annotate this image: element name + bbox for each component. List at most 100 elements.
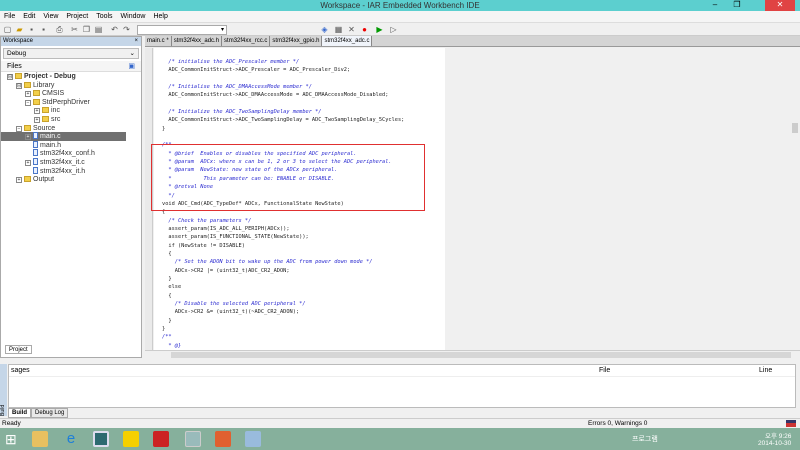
config-value: Debug xyxy=(7,50,27,57)
code-line: /* Check the parameters */ xyxy=(162,217,252,224)
expand-icon[interactable]: ⊟ xyxy=(7,74,13,80)
expand-icon[interactable]: ⊟ xyxy=(16,82,22,89)
folder-icon xyxy=(15,73,22,79)
make-icon[interactable]: ▦ xyxy=(334,25,343,34)
save-all-icon[interactable]: ▪ xyxy=(39,25,48,34)
menu-project[interactable]: Project xyxy=(66,11,88,22)
expand-icon[interactable]: + xyxy=(25,160,31,166)
expand-icon[interactable]: + xyxy=(16,177,22,184)
copy-icon[interactable]: ❐ xyxy=(82,25,91,34)
expand-icon[interactable]: − xyxy=(25,99,31,106)
expand-icon[interactable]: + xyxy=(25,134,31,141)
tree-label: main.h xyxy=(40,141,62,149)
explorer-icon[interactable] xyxy=(32,431,48,447)
expand-icon[interactable]: − xyxy=(16,125,22,132)
debug-no-download-icon[interactable]: ▷ xyxy=(389,25,398,34)
acrobat-icon[interactable] xyxy=(153,431,169,447)
ie-icon[interactable]: e xyxy=(63,431,79,447)
new-file-icon[interactable]: ▢ xyxy=(3,25,12,34)
editor-tab[interactable]: stm32f4xx_adc.h xyxy=(172,36,223,46)
menu-help[interactable]: Help xyxy=(153,11,167,22)
flag-icon xyxy=(786,420,796,427)
tab-build[interactable]: Build xyxy=(8,408,31,418)
tree-label: stm32f4xx_it.c xyxy=(40,159,85,166)
tree-item[interactable]: + main.c xyxy=(1,132,126,142)
find-combo[interactable]: ▾ xyxy=(137,25,227,35)
folder-icon xyxy=(42,107,49,114)
clock-date[interactable]: 2014-10-30 xyxy=(758,440,791,447)
messages-panel: Build sages File Line Build Debug Log xyxy=(0,362,800,418)
tree-label: CMSIS xyxy=(42,90,65,98)
menu-tools[interactable]: Tools xyxy=(96,11,112,22)
config-select[interactable]: Debug ⌄ xyxy=(3,48,139,59)
folder-icon xyxy=(33,90,40,97)
menu-file[interactable]: File xyxy=(4,11,15,22)
code-line: /* Set the ADON bit to wake up the ADC f… xyxy=(162,259,373,266)
code-line: { xyxy=(162,250,172,257)
redo-icon[interactable]: ↷ xyxy=(122,25,131,34)
folder-icon xyxy=(24,124,31,131)
editor-tab[interactable]: stm32f4xx_rcc.c xyxy=(222,36,271,46)
code-line: ADC_CommonInitStruct->ADC_Prescaler = AD… xyxy=(162,67,351,74)
tree-label: Output xyxy=(33,176,55,184)
tab-debug-log[interactable]: Debug Log xyxy=(31,408,69,418)
start-icon[interactable]: ⊞ xyxy=(5,431,21,447)
compile-icon[interactable]: ◈ xyxy=(320,25,329,34)
save-icon[interactable]: ▪ xyxy=(27,25,36,34)
toolbar: ▢ ▰ ▪ ▪ ⎙ ✂ ❐ ▤ ↶ ↷ ▾ ◈ ▦ ✕ ● ▶ ▷ xyxy=(0,22,800,36)
restore-button[interactable]: ❐ xyxy=(727,0,747,11)
code-line: ADCx->CR2 &= (uint32_t)(~ADC_CR2_ADON); xyxy=(162,309,300,316)
tree-label: Project - Debug xyxy=(24,73,76,80)
horizontal-scrollbar[interactable] xyxy=(145,350,800,358)
debug-icon[interactable]: ▶ xyxy=(375,25,384,34)
code-line: { xyxy=(162,292,172,299)
cut-icon[interactable]: ✂ xyxy=(70,25,79,34)
tree-label: main.c xyxy=(40,133,61,141)
editor-tab[interactable]: stm32f4xx_adc.c xyxy=(322,36,373,46)
tray-programs[interactable]: 프로그램 xyxy=(632,434,658,444)
tree-label: stm32f4xx_it.h xyxy=(40,167,86,175)
paint-icon[interactable] xyxy=(245,431,261,447)
col-file[interactable]: File xyxy=(599,365,610,377)
code-line: ADC_CommonInitStruct->ADC_DMAAccessMode … xyxy=(162,92,389,99)
code-line: ADCx->CR2 |= (uint32_t)ADC_CR2_ADON; xyxy=(162,267,290,274)
iar-icon[interactable] xyxy=(185,431,201,447)
overview-icon[interactable]: ▣ xyxy=(128,61,135,72)
undo-icon[interactable]: ↶ xyxy=(110,25,119,34)
tree-label: Source xyxy=(33,124,56,132)
code-line: assert_param(IS_ADC_ALL_PERIPH(ADCx)); xyxy=(162,225,290,232)
paste-icon[interactable]: ▤ xyxy=(94,25,103,34)
col-messages[interactable]: sages xyxy=(9,367,30,374)
breakpoint-icon[interactable]: ● xyxy=(360,25,369,34)
print-icon[interactable]: ⎙ xyxy=(55,25,64,34)
editor-tab[interactable]: stm32f4xx_gpio.h xyxy=(270,36,323,46)
tree-item[interactable]: + Output xyxy=(16,175,54,184)
expand-icon[interactable]: + xyxy=(34,117,40,123)
col-line[interactable]: Line xyxy=(759,365,772,377)
title-bar: Workspace - IAR Embedded Workbench IDE –… xyxy=(0,0,800,11)
taskbar: ⊞ e 프로그램 오후 9:26 2014-10-30 xyxy=(0,428,800,450)
file-icon xyxy=(33,149,38,157)
menu-view[interactable]: View xyxy=(43,11,58,22)
expand-icon[interactable]: + xyxy=(25,91,31,98)
tab-project[interactable]: Project xyxy=(5,345,32,354)
menu-window[interactable]: Window xyxy=(121,11,146,22)
menu-edit[interactable]: Edit xyxy=(23,11,35,22)
clock-time[interactable]: 오후 9:26 xyxy=(765,430,791,440)
close-icon[interactable]: × xyxy=(134,37,138,46)
tree-label: inc xyxy=(51,107,60,115)
powerpoint-icon[interactable] xyxy=(215,431,231,447)
close-button[interactable]: ✕ xyxy=(765,0,795,11)
stop-build-icon[interactable]: ✕ xyxy=(347,25,356,34)
expand-icon[interactable]: + xyxy=(34,108,40,115)
minimize-button[interactable]: – xyxy=(705,0,725,11)
editor-tab[interactable]: main.c * xyxy=(145,36,172,46)
vertical-scrollbar[interactable] xyxy=(790,48,800,350)
app-icon[interactable] xyxy=(93,431,109,447)
kakaotalk-icon[interactable] xyxy=(123,431,139,447)
open-icon[interactable]: ▰ xyxy=(15,25,24,34)
build-side-tab[interactable]: Build xyxy=(0,364,7,416)
code-line: /* Initialise the ADC_DMAAccessMode memb… xyxy=(162,84,312,91)
